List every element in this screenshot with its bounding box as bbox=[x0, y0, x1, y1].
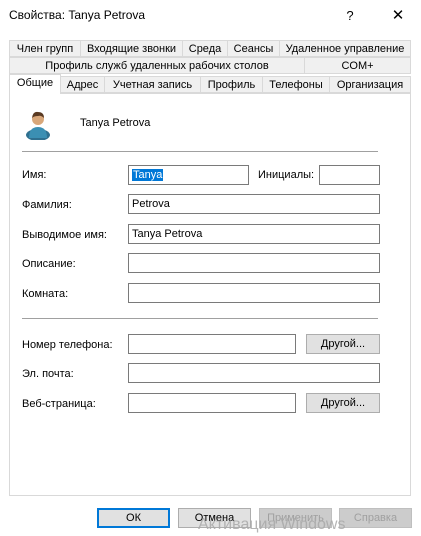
phone-other-button[interactable]: Другой... bbox=[306, 334, 380, 354]
last-name-label: Фамилия: bbox=[22, 199, 72, 211]
tab-com-plus[interactable]: COM+ bbox=[304, 57, 411, 74]
web-page-field[interactable] bbox=[128, 393, 296, 413]
tab-general[interactable]: Общие bbox=[9, 74, 61, 94]
first-name-field[interactable]: Tanya bbox=[128, 165, 249, 185]
first-name-label: Имя: bbox=[22, 169, 47, 181]
web-page-other-button[interactable]: Другой... bbox=[306, 393, 380, 413]
description-field[interactable] bbox=[128, 253, 380, 273]
tab-telephones[interactable]: Телефоны bbox=[262, 76, 330, 93]
email-field[interactable] bbox=[128, 363, 380, 383]
tab-dial-in[interactable]: Входящие звонки bbox=[80, 40, 183, 57]
display-name-field[interactable]: Tanya Petrova bbox=[128, 224, 380, 244]
separator-bottom bbox=[22, 318, 378, 319]
help-icon[interactable]: ? bbox=[340, 6, 360, 26]
phone-field[interactable] bbox=[128, 334, 296, 354]
initials-label: Инициалы: bbox=[258, 169, 315, 181]
tab-account[interactable]: Учетная запись bbox=[104, 76, 201, 93]
web-page-label: Веб-страница: bbox=[22, 398, 96, 410]
display-name-label: Выводимое имя: bbox=[22, 229, 107, 241]
initials-field[interactable] bbox=[319, 165, 380, 185]
ok-button[interactable]: ОК bbox=[97, 508, 170, 528]
tab-address[interactable]: Адрес bbox=[60, 76, 105, 93]
office-field[interactable] bbox=[128, 283, 380, 303]
user-icon bbox=[26, 111, 50, 140]
help-button[interactable]: Справка bbox=[339, 508, 412, 528]
tab-profile[interactable]: Профиль bbox=[200, 76, 263, 93]
first-name-value: Tanya bbox=[132, 169, 164, 181]
office-label: Комната: bbox=[22, 288, 69, 300]
last-name-field[interactable]: Petrova bbox=[128, 194, 380, 214]
activation-watermark: Активация Windows bbox=[198, 516, 346, 533]
description-label: Описание: bbox=[22, 258, 76, 270]
window-title: Свойства: Tanya Petrova bbox=[9, 8, 146, 22]
tab-sessions[interactable]: Сеансы bbox=[227, 40, 280, 57]
tab-member-of[interactable]: Член групп bbox=[9, 40, 81, 57]
tab-remote-control[interactable]: Удаленное управление bbox=[279, 40, 411, 57]
close-icon[interactable]: ✕ bbox=[388, 6, 408, 26]
separator-top bbox=[22, 151, 378, 152]
tab-environment[interactable]: Среда bbox=[182, 40, 228, 57]
email-label: Эл. почта: bbox=[22, 368, 74, 380]
user-display-name: Tanya Petrova bbox=[80, 117, 151, 129]
tab-organization[interactable]: Организация bbox=[329, 76, 411, 93]
tab-rds-profile[interactable]: Профиль служб удаленных рабочих столов bbox=[9, 57, 305, 74]
phone-label: Номер телефона: bbox=[22, 339, 113, 351]
title-bar: Свойства: Tanya Petrova ? ✕ bbox=[0, 0, 421, 32]
